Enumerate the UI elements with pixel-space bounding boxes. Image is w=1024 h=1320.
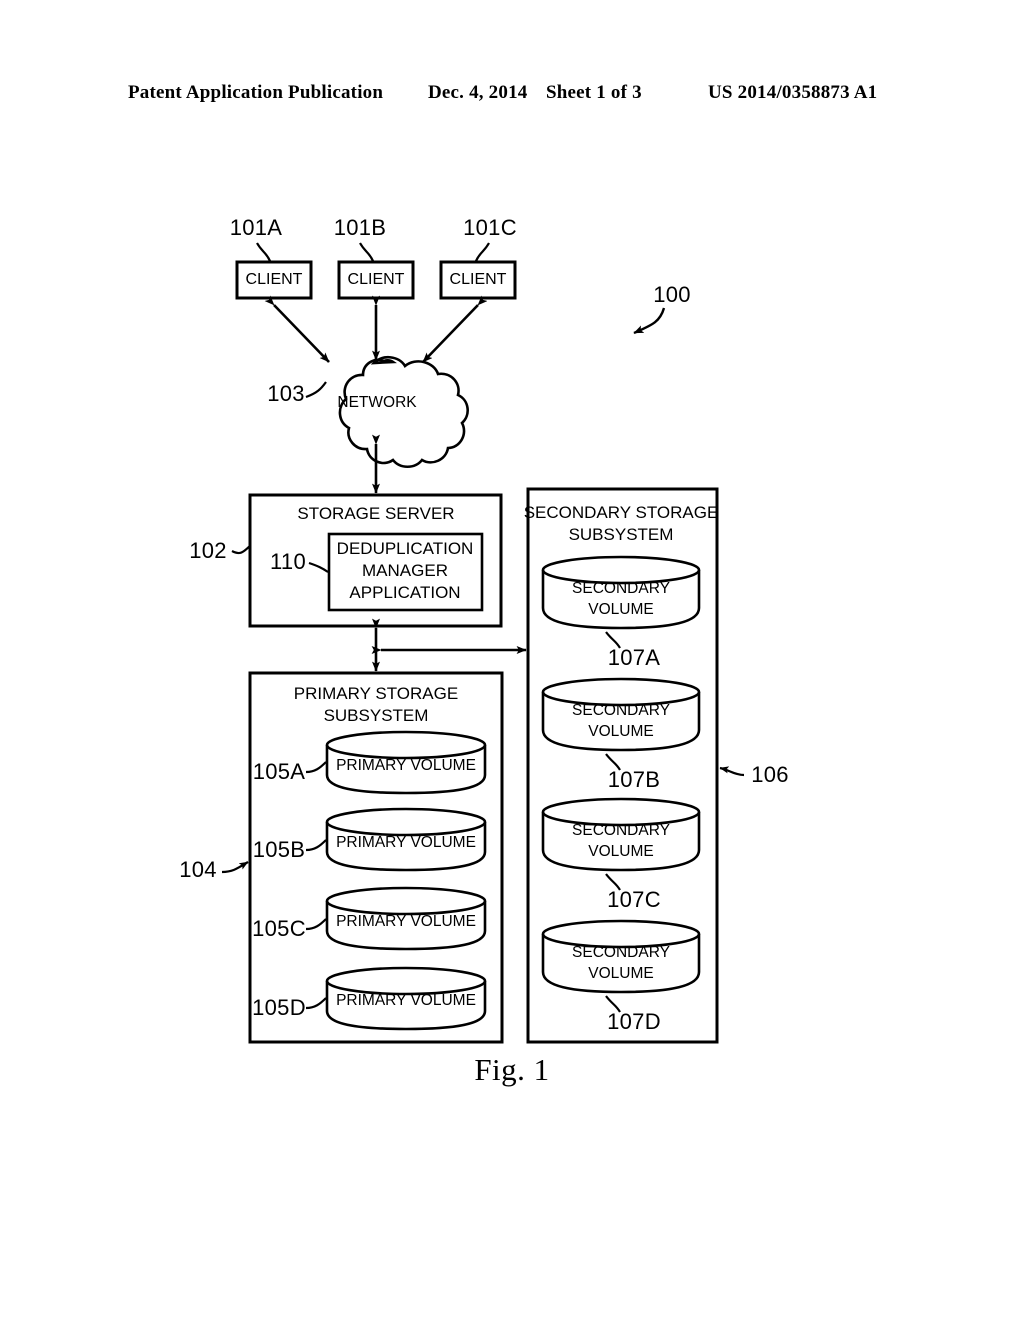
primary-volume-label-105b: PRIMARY VOLUME	[336, 834, 476, 851]
client-label-101b: CLIENT	[347, 271, 405, 288]
leader-105c	[305, 918, 327, 931]
secondary-subsystem-title-line1: SECONDARY STORAGE	[523, 503, 719, 522]
ref-105c: 105C	[252, 916, 306, 941]
figure-vector-layer	[221, 242, 745, 1044]
system-100-arrow	[633, 307, 666, 335]
network-cloud	[338, 356, 469, 469]
client-label-101c: CLIENT	[449, 271, 507, 288]
leader-103	[305, 381, 327, 399]
secondary-volume-label-107c-line1: SECONDARY	[572, 822, 670, 839]
leader-105d	[305, 997, 327, 1010]
ref-110: 110	[270, 549, 306, 574]
ref-107b: 107B	[607, 767, 661, 792]
leader-105b	[305, 839, 327, 852]
dedup-manager-line1: DEDUPLICATION	[336, 539, 474, 558]
dedup-manager-line3: APPLICATION	[349, 583, 461, 602]
ref-102: 102	[189, 538, 227, 563]
patent-figure-1: 101A 101B 101C CLIENT CLIENT CLIENT 100 …	[0, 0, 1024, 1320]
leader-104	[221, 861, 249, 874]
ref-107a: 107A	[607, 645, 661, 670]
ref-105b: 105B	[252, 837, 306, 862]
ref-105d: 105D	[252, 995, 306, 1020]
arrow-client-c-network	[422, 295, 488, 363]
leader-102	[231, 545, 251, 555]
leader-110	[308, 561, 329, 573]
secondary-volume-label-107a-line2: VOLUME	[588, 601, 654, 618]
ref-107c: 107C	[607, 887, 661, 912]
secondary-subsystem-title-line2: SUBSYSTEM	[568, 525, 674, 544]
secondary-volume-label-107c-line2: VOLUME	[588, 843, 654, 860]
primary-volume-label-105d: PRIMARY VOLUME	[336, 992, 476, 1009]
secondary-volume-label-107b-line1: SECONDARY	[572, 702, 670, 719]
secondary-volume-label-107a-line1: SECONDARY	[572, 580, 670, 597]
leader-106	[719, 766, 745, 777]
ref-101c: 101C	[463, 215, 517, 240]
network-label: NETWORK	[337, 394, 417, 411]
leader-101c	[474, 242, 490, 262]
secondary-volume-label-107d-line1: SECONDARY	[572, 944, 670, 961]
secondary-volume-label-107b-line2: VOLUME	[588, 723, 654, 740]
primary-volume-label-105c: PRIMARY VOLUME	[336, 913, 476, 930]
leader-105a	[305, 761, 327, 774]
ref-105a: 105A	[252, 759, 306, 784]
ref-101b: 101B	[333, 215, 387, 240]
leader-101b	[359, 242, 375, 262]
leader-101a	[256, 242, 272, 262]
dedup-manager-line2: MANAGER	[362, 561, 448, 580]
ref-100-system: 100	[653, 282, 691, 307]
primary-subsystem-title-line2: SUBSYSTEM	[323, 706, 429, 725]
ref-106: 106	[751, 762, 789, 787]
secondary-volume-label-107d-line2: VOLUME	[588, 965, 654, 982]
client-label-101a: CLIENT	[245, 271, 303, 288]
ref-103: 103	[267, 381, 305, 406]
storage-server-title: STORAGE SERVER	[297, 504, 455, 523]
arrow-client-a-network	[264, 295, 330, 363]
figure-caption: Fig. 1	[474, 1052, 550, 1087]
ref-104: 104	[179, 857, 217, 882]
primary-volume-label-105a: PRIMARY VOLUME	[336, 757, 476, 774]
primary-subsystem-title-line1: PRIMARY STORAGE	[293, 684, 459, 703]
ref-101a: 101A	[229, 215, 283, 240]
ref-107d: 107D	[607, 1009, 661, 1034]
